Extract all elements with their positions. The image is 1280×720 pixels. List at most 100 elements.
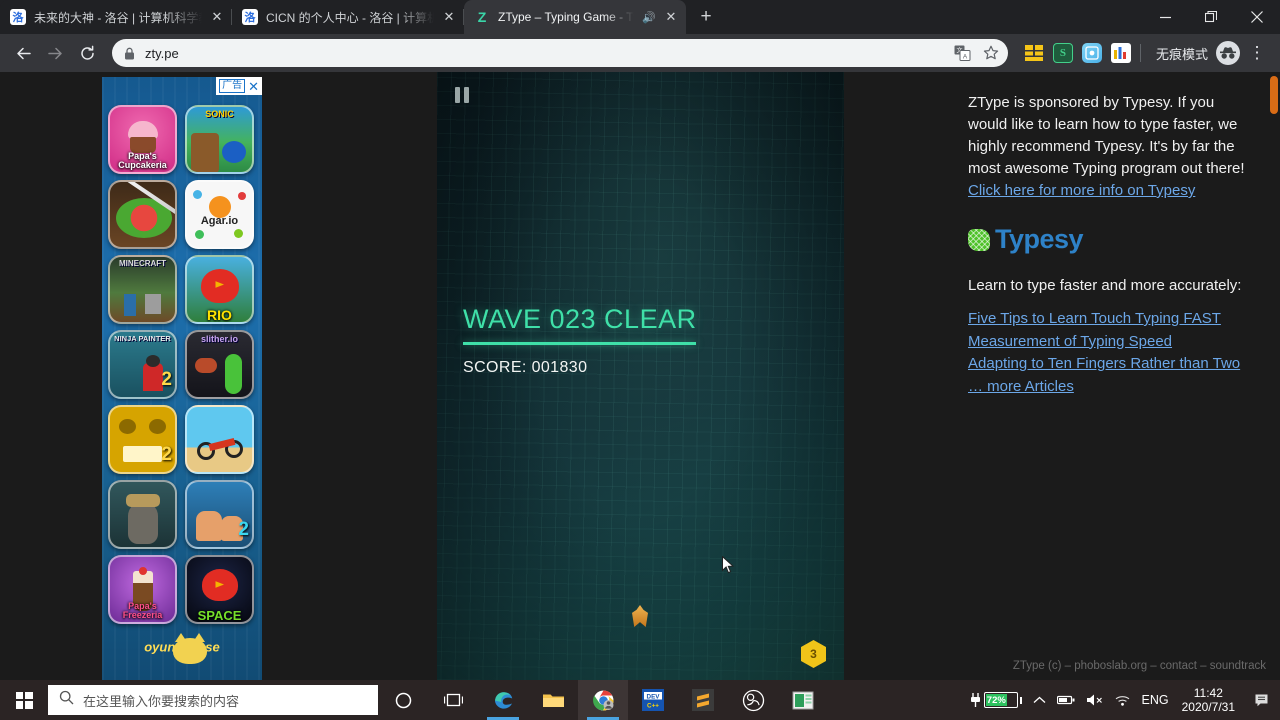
incognito-mode-label: 无痕模式 [1155,46,1208,62]
wave-underline [463,342,696,345]
windows-start-icon[interactable] [0,680,48,720]
typesy-logo[interactable]: Typesy [968,224,1252,255]
grid-extension-icon[interactable] [1024,43,1044,63]
scrollbar-thumb[interactable] [1270,76,1278,114]
mouse-cursor [722,555,735,575]
language-indicator[interactable]: ENG [1142,693,1169,707]
ad-thumb-viking-donkey[interactable] [108,480,177,549]
ad-thumb-ninja-painter-2[interactable]: NINJA PAINTER 2 [108,330,177,399]
search-input[interactable]: 在这里输入你要搜索的内容 [48,685,378,715]
cortana-icon[interactable] [378,680,428,720]
blue-extension-icon[interactable] [1081,43,1102,63]
clock-date: 2020/7/31 [1181,700,1235,714]
ad-thumb-angry-birds-space[interactable]: SPACE [185,555,254,624]
ad-thumb-moto-x3m[interactable] [185,405,254,474]
ad-thumb-angry-birds-rio[interactable]: RIO [185,255,254,324]
devcpp-icon[interactable]: DEV C++ [628,680,678,720]
clock[interactable]: 11:42 2020/7/31 [1180,686,1237,714]
luogu-favicon-icon: 洛 [10,9,26,25]
ad-thumb-sonic[interactable]: SONIC [185,105,254,174]
ad-thumb-papas-freezeria[interactable]: Papa's Freezeria [108,555,177,624]
battery-icon[interactable] [1056,694,1075,706]
ad-thumb-label: MINECRAFT [118,259,167,268]
article-link-2[interactable]: Measurement of Typing Speed [968,331,1252,354]
ad-thumb-label: Papa's Freezeria [122,601,163,620]
translate-icon[interactable]: 文A [952,42,974,64]
volume-muted-icon[interactable] [1086,693,1103,707]
page-content: 广告 ✕ Papa's Cupcakeria SONIC Agar.io MIN… [0,72,1280,680]
ad-thumb-label: SPACE [197,608,242,623]
article-link-3[interactable]: Adapting to Ten Fingers Rather than Two [968,353,1252,376]
ad-thumb-minecraft[interactable]: MINECRAFT [108,255,177,324]
svg-text:DEV: DEV [647,693,661,700]
task-view-icon[interactable] [428,680,478,720]
tab-audio-icon[interactable]: 🔊 [642,11,656,24]
ad-badge-label: 广告 [219,79,246,93]
tab-luogu-2[interactable]: 洛 CICN 的个人中心 - 洛谷 | 计算机科学教育新生态 ✕ [232,0,464,34]
ad-panel: 广告 ✕ Papa's Cupcakeria SONIC Agar.io MIN… [102,77,262,680]
ad-thumb-slither-io[interactable]: slither.io [185,330,254,399]
wifi-icon[interactable] [1114,694,1131,707]
three-dot-menu-icon[interactable]: ⋮ [1242,38,1272,68]
star-icon[interactable] [980,42,1002,64]
ad-thumb-fruit-ninja[interactable] [108,180,177,249]
chart-extension-icon[interactable] [1110,43,1131,63]
sponsor-intro-text: ZType is sponsored by Typesy. If you wou… [968,94,1245,177]
svg-text:A: A [963,53,968,60]
ad-thumb-agar-io[interactable]: Agar.io [185,180,254,249]
incognito-avatar-icon[interactable] [1216,41,1240,65]
sublime-text-icon[interactable] [678,680,728,720]
chrome-icon[interactable] [578,680,628,720]
ad-thumb-temple-run-2[interactable]: 2 [108,405,177,474]
forward-button[interactable] [40,38,70,68]
windows-taskbar: 在这里输入你要搜索的内容 DEV C++ 72% ENG 11:42 2020/… [0,680,1280,720]
page-footer[interactable]: ZType (c) – phoboslab.org – contact – so… [1013,660,1266,672]
chevron-up-icon[interactable] [1033,696,1046,705]
article-link-1[interactable]: Five Tips to Learn Touch Typing FAST [968,308,1252,331]
new-tab-button[interactable]: + [692,3,720,31]
pause-icon[interactable] [455,87,469,103]
file-explorer-icon[interactable] [528,680,578,720]
typesy-logo-text: Typesy [995,224,1084,254]
taskbar-apps: DEV C++ [378,680,828,720]
edge-icon[interactable] [478,680,528,720]
address-bar[interactable]: zty.pe 文A [112,39,1008,67]
system-tray: 72% ENG 11:42 2020/7/31 [969,680,1280,720]
tab-close-icon[interactable]: ✕ [210,10,224,24]
tab-ztype[interactable]: Z ZType – Typing Game - Ty 🔊 ✕ [464,0,686,34]
reload-button[interactable] [72,38,102,68]
minimize-button[interactable] [1142,0,1188,34]
more-articles-link[interactable]: … more Articles [968,376,1252,399]
battery-level-indicator: 72% [983,692,1018,708]
obs-studio-icon[interactable] [728,680,778,720]
ad-logo[interactable]: oyun se [102,633,262,664]
game-canvas[interactable]: WAVE 023 CLEAR SCORE: 001830 3 [437,72,844,680]
back-button[interactable] [8,38,38,68]
tab-close-icon[interactable]: ✕ [664,10,678,24]
battery-status[interactable]: 72% [969,692,1022,708]
lock-icon [124,47,136,60]
sponsor-article-links: Five Tips to Learn Touch Typing FAST Mea… [968,308,1252,398]
wave-clear-text: WAVE 023 CLEAR [463,304,697,334]
ad-thumb-papas-cupcakeria[interactable]: Papa's Cupcakeria [108,105,177,174]
page-scrollbar[interactable] [1266,72,1280,680]
ad-thumb-label: slither.io [200,334,238,344]
spreadsheet-icon[interactable] [778,680,828,720]
restore-button[interactable] [1188,0,1234,34]
browser-window: 洛 未来的大神 - 洛谷 | 计算机科学教育新生态 ✕ 洛 CICN 的个人中心… [0,0,1280,680]
notification-icon[interactable] [1248,680,1276,720]
tab-luogu-1[interactable]: 洛 未来的大神 - 洛谷 | 计算机科学教育新生态 ✕ [0,0,232,34]
close-button[interactable] [1234,0,1280,34]
ztype-favicon-icon: Z [477,9,487,25]
typesy-logo-icon [968,228,990,251]
tab-strip: 洛 未来的大神 - 洛谷 | 计算机科学教育新生态 ✕ 洛 CICN 的个人中心… [0,0,1280,34]
tab-close-icon[interactable]: ✕ [442,10,456,24]
ad-logo-left: oyun [144,639,176,655]
battery-percent-label: 72% [985,694,1008,706]
s-extension-icon[interactable]: S [1052,43,1073,63]
ad-thumb-label: RIO [207,307,232,323]
ad-close-icon[interactable]: ✕ [248,80,259,93]
ad-badge[interactable]: 广告 ✕ [216,77,262,95]
ad-thumb-two-player-game[interactable]: 2 [185,480,254,549]
typesy-info-link[interactable]: Click here for more info on Typesy [968,182,1195,199]
